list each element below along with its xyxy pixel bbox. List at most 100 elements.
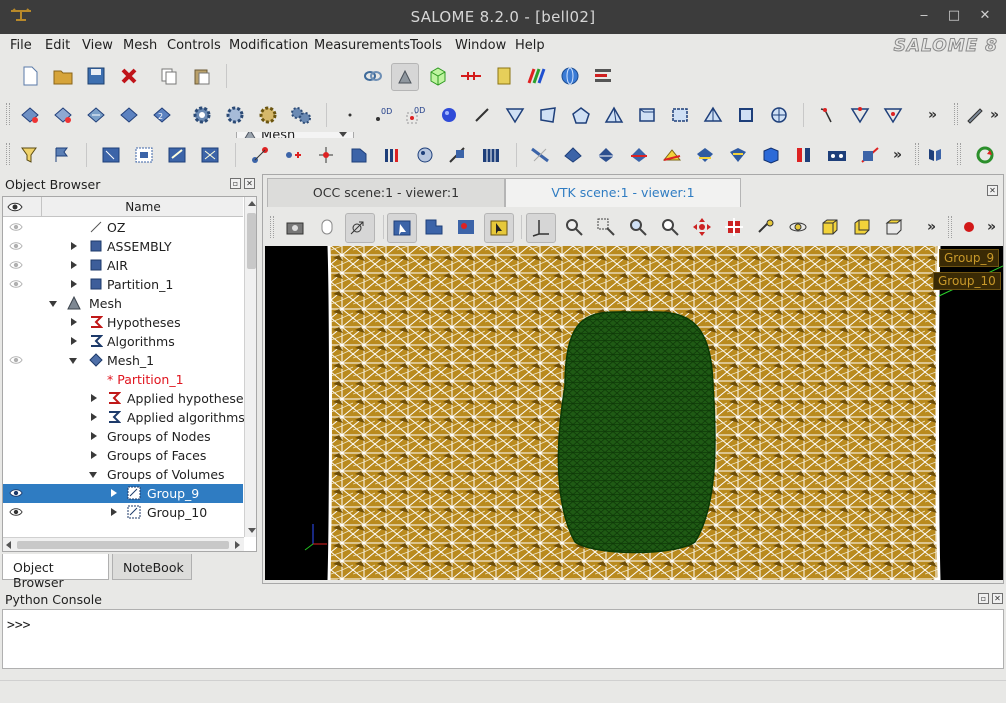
preview-button[interactable] (223, 103, 247, 127)
menu-edit[interactable]: Edit (45, 38, 70, 53)
menu-modification[interactable]: Modification (229, 38, 308, 53)
create-submesh-button[interactable] (51, 103, 75, 127)
open-button[interactable] (51, 64, 75, 88)
toolbar-overflow-button[interactable]: » (928, 107, 937, 123)
create-mesh-button[interactable] (18, 103, 42, 127)
edge-button[interactable] (470, 103, 494, 127)
select-edges-button[interactable] (132, 143, 156, 167)
column-name-header[interactable]: Name (43, 200, 243, 214)
fit-all-button[interactable] (562, 215, 586, 239)
tree-row-group-9[interactable]: Group_9 (3, 484, 243, 503)
pattern-mapping-button[interactable] (446, 143, 470, 167)
select-volumes-button[interactable] (198, 143, 222, 167)
tab-vtk-viewer[interactable]: VTK scene:1 - viewer:1 (505, 178, 741, 207)
free-edges-button[interactable] (561, 143, 585, 167)
show-trihedron-button[interactable] (526, 213, 556, 243)
minimize-button[interactable]: ‒ (915, 7, 933, 25)
scrollbar-thumb[interactable] (247, 213, 256, 269)
eye-icon[interactable] (9, 258, 23, 272)
close-dock-button[interactable]: ✕ (244, 178, 255, 189)
tree-horizontal-scrollbar[interactable] (3, 537, 244, 551)
scroll-up-icon[interactable] (248, 201, 256, 206)
expand-arrow-icon[interactable] (91, 432, 97, 440)
hexahedron-button[interactable] (635, 103, 659, 127)
tree-row-groups-of-volumes[interactable]: Groups of Volumes (3, 465, 243, 484)
toolbar-overflow-button[interactable]: » (987, 219, 996, 235)
hexagonal-prism-button[interactable] (734, 103, 758, 127)
evaluate-button[interactable] (256, 103, 280, 127)
quadrangle-button[interactable] (536, 103, 560, 127)
tree-row-partition[interactable]: Partition_1 (3, 275, 243, 294)
expand-arrow-icon[interactable] (71, 337, 77, 345)
save-button[interactable] (84, 64, 108, 88)
close-window-button[interactable]: ✕ (976, 7, 994, 25)
measure-tool-button[interactable] (963, 103, 987, 127)
zoom-at-cursor-button[interactable] (345, 213, 375, 243)
mesh-order-button[interactable]: 2 (150, 103, 174, 127)
close-viewer-button[interactable]: ✕ (987, 185, 998, 196)
eye-icon[interactable] (9, 277, 23, 291)
expand-arrow-icon[interactable] (71, 318, 77, 326)
menu-window[interactable]: Window (455, 38, 506, 53)
menu-help[interactable]: Help (515, 38, 545, 53)
menu-view[interactable]: View (82, 38, 113, 53)
paste-button[interactable] (190, 64, 214, 88)
float-dock-button[interactable]: ▫ (230, 178, 241, 189)
eye-icon[interactable] (9, 220, 23, 234)
smesh-tool-button[interactable] (459, 64, 483, 88)
dump-view-button[interactable] (283, 215, 307, 239)
rotation-point-button[interactable] (786, 215, 810, 239)
tree-row-ref-partition[interactable]: * Partition_1 (3, 370, 243, 389)
length-control-button[interactable] (528, 143, 552, 167)
select-nodes-button[interactable] (99, 143, 123, 167)
back-view-button[interactable] (850, 215, 874, 239)
compute-button[interactable] (190, 103, 214, 127)
length-2d-button[interactable] (660, 143, 684, 167)
paravis-module-button[interactable] (525, 64, 549, 88)
toolbar-overflow-button[interactable]: » (927, 219, 936, 235)
close-document-button[interactable] (117, 64, 141, 88)
collapse-arrow-icon[interactable] (89, 472, 97, 478)
geometry-module-button[interactable] (361, 64, 385, 88)
extrusion-button[interactable] (347, 143, 371, 167)
selection-filter-button[interactable] (51, 143, 75, 167)
panning-button[interactable] (690, 215, 714, 239)
0d-element-button[interactable]: 0D (371, 103, 395, 127)
circle-select-button[interactable] (454, 215, 478, 239)
rect-select-button[interactable] (387, 213, 417, 243)
jobmanager-module-button[interactable] (558, 64, 582, 88)
quadratic-triangle-button[interactable] (848, 103, 872, 127)
bare-border-volume-button[interactable] (825, 143, 849, 167)
polyhedron-button[interactable] (767, 103, 791, 127)
float-dock-button[interactable]: ▫ (978, 593, 989, 604)
translation-button[interactable] (248, 143, 272, 167)
expand-arrow-icon[interactable] (71, 261, 77, 269)
tree-row-groups-of-nodes[interactable]: Groups of Nodes (3, 427, 243, 446)
extrusion-along-path-button[interactable] (380, 143, 404, 167)
revolution-button[interactable] (413, 143, 437, 167)
scrollbar-thumb[interactable] (17, 541, 229, 549)
front-view-button[interactable] (818, 215, 842, 239)
close-dock-button[interactable]: ✕ (992, 593, 1003, 604)
tree-row-mesh-1[interactable]: Mesh_1 (3, 351, 243, 370)
polygon-select-button[interactable] (422, 215, 446, 239)
object-browser-tree[interactable]: Name OZ ASSEMBLY AIR Partition_1 Mesh Hy… (2, 196, 257, 552)
toolbar-overflow-button[interactable]: » (990, 107, 999, 123)
clipping-button[interactable] (924, 143, 948, 167)
zoom-button[interactable] (658, 215, 682, 239)
select-faces-button[interactable] (165, 143, 189, 167)
triangle-button[interactable] (503, 103, 527, 127)
dynamic-highlight-button[interactable] (484, 213, 514, 243)
eye-icon[interactable] (9, 486, 23, 500)
menu-tools[interactable]: Tools (410, 38, 442, 53)
expand-arrow-icon[interactable] (71, 280, 77, 288)
mesh-info-button[interactable] (289, 103, 313, 127)
python-console-input[interactable]: >>> (2, 609, 1004, 669)
tree-row-applied-hypotheses[interactable]: Applied hypotheses (3, 389, 250, 408)
tree-row-mesh[interactable]: Mesh (3, 294, 243, 313)
eye-icon[interactable] (9, 505, 23, 519)
collapse-arrow-icon[interactable] (69, 358, 77, 364)
global-panning-button[interactable] (722, 215, 746, 239)
expand-arrow-icon[interactable] (91, 394, 97, 402)
fit-selection-button[interactable] (626, 215, 650, 239)
